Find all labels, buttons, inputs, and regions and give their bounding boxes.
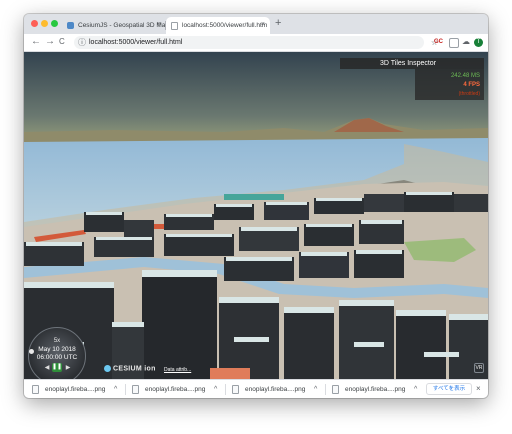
tab-cesiumjs[interactable]: CesiumJS - Geospatial 3D Ma ×	[62, 17, 166, 34]
file-icon	[32, 384, 39, 394]
download-options-chevron-icon[interactable]: ^	[314, 384, 317, 396]
download-item[interactable]: enoplayl.fireba....png	[332, 384, 405, 396]
cesium-3d-viewer[interactable]: 3D Tiles Inspector 242.48 MS 4 FPS (thro…	[24, 52, 488, 379]
play-forward-button[interactable]: ▶	[64, 364, 72, 372]
download-options-chevron-icon[interactable]: ^	[114, 384, 117, 396]
info-icon[interactable]: ⓘ	[78, 36, 86, 49]
animation-time: 06:00:00 UTC	[36, 354, 78, 361]
new-tab-button[interactable]: +	[275, 17, 281, 29]
download-item[interactable]: enoplayl.fireba....png	[132, 384, 205, 396]
perf-fps: 4 FPS	[463, 82, 480, 88]
download-options-chevron-icon[interactable]: ^	[414, 384, 417, 396]
page-favicon-icon	[171, 22, 178, 30]
performance-display: 242.48 MS 4 FPS (throttled)	[415, 69, 484, 100]
tab-title: CesiumJS - Geospatial 3D Ma	[78, 22, 166, 29]
minimize-window-button[interactable]	[41, 20, 48, 27]
tab-close-icon[interactable]: ×	[261, 21, 265, 28]
extension-icon[interactable]	[449, 38, 459, 48]
animation-speed: 5x	[53, 338, 61, 344]
download-item[interactable]: enoplayl.fireba....png	[32, 384, 105, 396]
cesium-logo-icon	[104, 365, 111, 372]
download-filename: enoplayl.fireba....png	[345, 386, 406, 393]
download-separator	[325, 384, 326, 395]
perf-ms: 242.48 MS	[450, 73, 480, 79]
download-item[interactable]: enoplayl.fireba....png	[232, 384, 305, 396]
extension-gc-icon[interactable]: GC	[434, 38, 443, 47]
close-window-button[interactable]	[31, 20, 38, 27]
browser-toolbar: ← → C ⓘ localhost:5000/viewer/full.html …	[24, 34, 488, 52]
url-text[interactable]: localhost:5000/viewer/full.html	[89, 36, 182, 49]
show-all-downloads-button[interactable]: すべてを表示	[426, 383, 472, 395]
3d-tiles-inspector-toggle[interactable]: 3D Tiles Inspector	[340, 58, 484, 69]
animation-widget[interactable]: 5x May 10 2018 06:00:00 UTC ◀ ❚❚ ▶	[28, 327, 86, 379]
close-downloads-bar-icon[interactable]: ×	[476, 383, 481, 395]
animation-date: May 10 2018	[38, 346, 76, 353]
downloads-bar: enoplayl.fireba....png ^ enoplayl.fireba…	[24, 379, 488, 398]
tab-close-icon[interactable]: ×	[157, 21, 161, 28]
download-filename: enoplayl.fireba....png	[145, 386, 206, 393]
reload-button[interactable]: C	[59, 36, 65, 48]
download-separator	[125, 384, 126, 395]
file-icon	[232, 384, 239, 394]
browser-menu-icon[interactable]: ⋮	[484, 36, 488, 47]
cesium-ion-logo[interactable]: CESIUM ion	[104, 365, 156, 372]
logo-text: CESIUM ion	[113, 365, 156, 373]
highlight-buildings-teal	[224, 194, 284, 200]
data-attribution-link[interactable]: Data attrib...	[164, 367, 191, 373]
cloud-extension-icon[interactable]: ☁	[462, 37, 470, 46]
perf-throttled: (throttled)	[458, 91, 480, 97]
tab-title: localhost:5000/viewer/full.htm	[182, 22, 268, 29]
forward-button[interactable]: →	[45, 36, 55, 48]
tab-viewer-full[interactable]: localhost:5000/viewer/full.htm ×	[166, 17, 270, 34]
file-icon	[132, 384, 139, 394]
play-reverse-button[interactable]: ◀	[43, 364, 51, 372]
file-icon	[332, 384, 339, 394]
download-filename: enoplayl.fireba....png	[245, 386, 306, 393]
cesium-favicon-icon	[67, 22, 74, 29]
download-separator	[225, 384, 226, 395]
download-options-chevron-icon[interactable]: ^	[214, 384, 217, 396]
tab-strip: CesiumJS - Geospatial 3D Ma × localhost:…	[24, 14, 488, 34]
address-bar[interactable]: ⓘ localhost:5000/viewer/full.html ☆	[74, 36, 438, 49]
pause-button[interactable]: ❚❚	[52, 363, 62, 372]
profile-avatar[interactable]: T	[474, 38, 483, 47]
vr-button[interactable]: VR	[474, 363, 484, 373]
orange-roof	[210, 368, 250, 379]
maximize-window-button[interactable]	[51, 20, 58, 27]
city-scene	[24, 52, 488, 379]
browser-window: CesiumJS - Geospatial 3D Ma × localhost:…	[24, 14, 488, 398]
download-filename: enoplayl.fireba....png	[45, 386, 106, 393]
back-button[interactable]: ←	[31, 36, 41, 48]
